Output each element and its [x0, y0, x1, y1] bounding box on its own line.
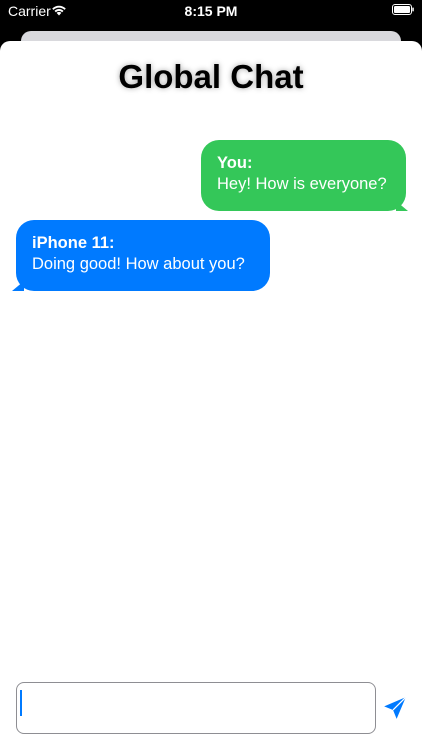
- message-bubble-incoming: iPhone 11: Doing good! How about you?: [16, 220, 270, 291]
- message-bubble-outgoing: You: Hey! How is everyone?: [201, 140, 406, 211]
- message-input[interactable]: [16, 682, 376, 734]
- page-title: Global Chat: [118, 58, 304, 95]
- text-cursor: [20, 690, 22, 716]
- chat-screen: Carrier 8:15 PM Global Chat You: Hey! Ho…: [0, 0, 422, 750]
- battery-icon: [392, 4, 414, 15]
- message-sender: You:: [217, 154, 253, 172]
- status-bar: Carrier 8:15 PM: [0, 0, 422, 24]
- message-text: Hey! How is everyone?: [217, 175, 387, 193]
- status-time: 8:15 PM: [184, 3, 238, 19]
- bubble-tail-incoming: [12, 281, 24, 291]
- bubble-tail-outgoing: [396, 201, 408, 211]
- chat-sheet: Global Chat You: Hey! How is everyone? i…: [0, 41, 422, 750]
- message-sender: iPhone 11:: [32, 234, 115, 252]
- send-icon[interactable]: [382, 695, 408, 721]
- message-text: Doing good! How about you?: [32, 255, 245, 273]
